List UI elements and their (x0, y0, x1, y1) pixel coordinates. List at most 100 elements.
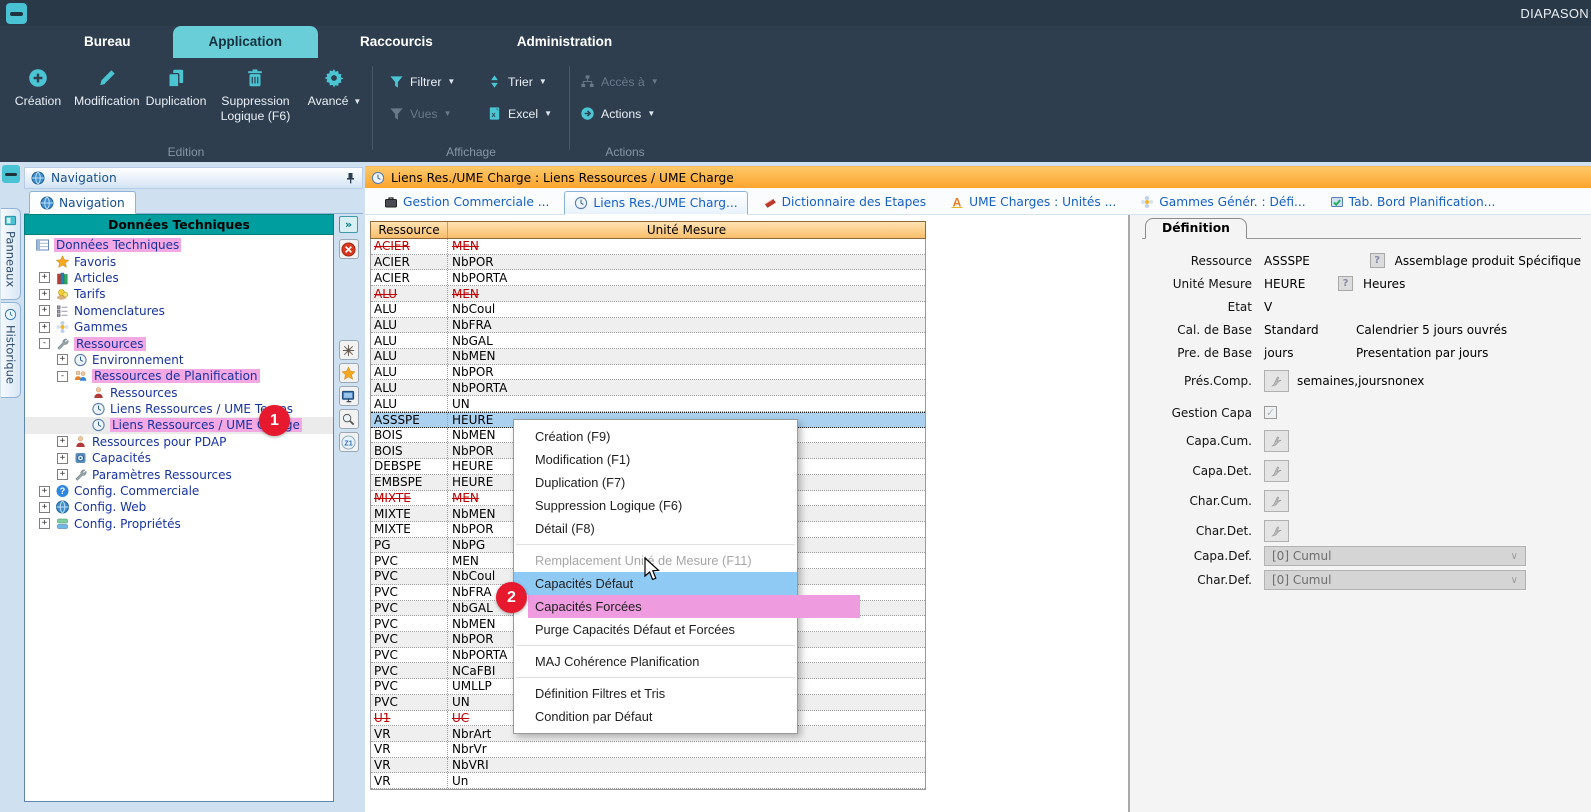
dropdown-capa-def-[interactable]: [0] Cumul∨ (1264, 546, 1526, 566)
app-logo-icon[interactable] (6, 3, 27, 24)
expand-icon[interactable]: + (39, 322, 50, 333)
menu-item-cr-ation-f9[interactable]: Création (F9) (514, 425, 797, 448)
pin-icon[interactable] (344, 172, 356, 184)
tree-item-ressources-de-planification[interactable]: -Ressources de Planification (25, 368, 333, 384)
tree-item-tarifs[interactable]: +Tarifs (25, 286, 333, 302)
expand-tree-button[interactable]: » (339, 216, 358, 233)
favorites-button[interactable] (339, 363, 359, 383)
panneaux-side-tab[interactable]: Panneaux (1, 208, 21, 300)
modification-button[interactable]: Modification (74, 67, 140, 109)
help-button[interactable]: ? (1370, 253, 1385, 268)
tree-item-config-propri-t-s[interactable]: +Config. Propriétés (25, 516, 333, 532)
suppression-logique-button[interactable]: Suppression Logique (F6) (212, 67, 298, 124)
menu-item-suppression-logique-f6[interactable]: Suppression Logique (F6) (514, 494, 797, 517)
tree-item-articles[interactable]: +Articles (25, 270, 333, 286)
close-panel-button[interactable] (339, 239, 359, 259)
edit-hand-button[interactable] (1264, 460, 1289, 482)
excel-button[interactable]: x Excel ▼ (487, 106, 552, 121)
acces-a-button[interactable]: Accès à ▼ (580, 74, 680, 89)
document-tab-5[interactable]: Gammes Génér. : Défi... (1131, 190, 1314, 214)
vues-button[interactable]: Vues ▼ (389, 106, 467, 121)
tab-raccourcis[interactable]: Raccourcis (318, 26, 475, 58)
expand-icon[interactable]: + (39, 518, 50, 529)
help-button[interactable]: ? (1338, 276, 1353, 291)
tab-application[interactable]: Application (173, 26, 319, 58)
duplication-button[interactable]: Duplication (146, 67, 207, 109)
collapse-icon[interactable]: - (39, 338, 50, 349)
actions-button[interactable]: Actions ▼ (580, 106, 680, 121)
menu-item-duplication-f7[interactable]: Duplication (F7) (514, 471, 797, 494)
creation-button[interactable]: Création (8, 67, 68, 109)
tree-item-environnement[interactable]: +Environnement (25, 352, 333, 368)
edit-hand-button[interactable] (1264, 430, 1289, 452)
collapse-icon[interactable]: - (57, 371, 68, 382)
tree-item-capacit-s[interactable]: +Capacités (25, 450, 333, 466)
menu-item-d-finition-filtres-et-tris[interactable]: Définition Filtres et Tris (514, 682, 797, 705)
table-row[interactable]: ALUNbPORTA (371, 380, 925, 396)
document-tab-4[interactable]: AUME Charges : Unités ... (941, 190, 1125, 214)
tab-administration[interactable]: Administration (475, 26, 654, 58)
tab-bureau[interactable]: Bureau (42, 26, 173, 58)
tree-item-ressources[interactable]: +Ressources (25, 385, 333, 401)
tree-item-favoris[interactable]: +Favoris (25, 253, 333, 269)
document-tab-2[interactable]: Liens Res./UME Charg... (564, 191, 747, 215)
menu-item-modification-f1[interactable]: Modification (F1) (514, 448, 797, 471)
table-row[interactable]: ACIERMEN (371, 239, 925, 255)
app-logo-icon[interactable] (2, 165, 20, 183)
sort-button[interactable]: Z1 (339, 432, 359, 452)
edit-hand-button[interactable] (1264, 370, 1289, 392)
table-row[interactable]: ALUMEN (371, 286, 925, 302)
gestion-capa-checkbox[interactable]: ✓ (1264, 406, 1277, 419)
table-row[interactable]: ALUNbCoul (371, 302, 925, 318)
table-row[interactable]: ACIERNbPORTA (371, 270, 925, 286)
document-tab-6[interactable]: Tab. Bord Planification... (1321, 190, 1505, 214)
table-row[interactable]: ALUNbFRA (371, 318, 925, 334)
search-button[interactable] (339, 409, 359, 429)
expand-icon[interactable]: + (57, 354, 68, 365)
expand-icon[interactable]: + (57, 436, 68, 447)
table-row[interactable]: ALUNbMEN (371, 349, 925, 365)
expand-icon[interactable]: + (39, 289, 50, 300)
tools-button[interactable] (339, 340, 359, 360)
edit-hand-button[interactable] (1264, 490, 1289, 512)
document-tab-1[interactable]: Gestion Commerciale ... (375, 190, 558, 214)
expand-icon[interactable]: + (39, 305, 50, 316)
column-header-unite-mesure[interactable]: Unité Mesure (448, 222, 925, 238)
expand-icon[interactable]: + (39, 486, 50, 497)
table-row[interactable]: ALUUN (371, 396, 925, 412)
expand-icon[interactable]: + (39, 272, 50, 283)
definition-tab[interactable]: Définition (1145, 218, 1247, 239)
tree-item-nomenclatures[interactable]: +Nomenclatures (25, 303, 333, 319)
tree-item-config-commerciale[interactable]: +?Config. Commerciale (25, 483, 333, 499)
edit-hand-button[interactable] (1264, 520, 1289, 542)
tree-item-param-tres-ressources[interactable]: +Paramètres Ressources (25, 466, 333, 482)
avance-button[interactable]: Avancé▼ (304, 67, 364, 109)
table-row[interactable]: ALUNbPOR (371, 365, 925, 381)
filtrer-button[interactable]: Filtrer ▼ (389, 74, 467, 89)
expand-icon[interactable]: + (57, 469, 68, 480)
display-button[interactable] (339, 386, 359, 406)
tree-item-ressources[interactable]: -Ressources (25, 335, 333, 351)
tree-item-config-web[interactable]: +Config. Web (25, 499, 333, 515)
dropdown-char-def-[interactable]: [0] Cumul∨ (1264, 570, 1526, 590)
menu-item-purge-capacit-s-d-faut-et-forc-es[interactable]: Purge Capacités Défaut et Forcées (514, 618, 797, 641)
tree-item-donn-es-techniques[interactable]: Données Techniques (25, 237, 333, 253)
menu-item-capacit-s-forc-es[interactable]: Capacités Forcées (514, 595, 797, 618)
menu-item-condition-par-d-faut[interactable]: Condition par Défaut (514, 705, 797, 728)
expand-icon[interactable]: + (57, 453, 68, 464)
menu-item-d-tail-f8[interactable]: Détail (F8) (514, 517, 797, 540)
table-row[interactable]: VRNbVRI (371, 758, 925, 774)
menu-item-maj-coh-rence-planification[interactable]: MAJ Cohérence Planification (514, 650, 797, 673)
document-tab-3[interactable]: Dictionnaire des Etapes (754, 190, 936, 214)
tree-item-gammes[interactable]: +Gammes (25, 319, 333, 335)
table-row[interactable]: VRNbrVr (371, 742, 925, 758)
table-row[interactable]: VRUn (371, 773, 925, 789)
navigation-tab[interactable]: Navigation (29, 191, 136, 214)
table-row[interactable]: ACIERNbPOR (371, 255, 925, 271)
trier-button[interactable]: Trier ▼ (487, 74, 547, 89)
column-header-ressource[interactable]: Ressource (371, 222, 448, 238)
table-row[interactable]: ALUNbGAL (371, 333, 925, 349)
tree-item-ressources-pour-pdap[interactable]: +Ressources pour PDAP (25, 434, 333, 450)
expand-icon[interactable]: + (39, 502, 50, 513)
historique-side-tab[interactable]: Historique (1, 302, 21, 398)
